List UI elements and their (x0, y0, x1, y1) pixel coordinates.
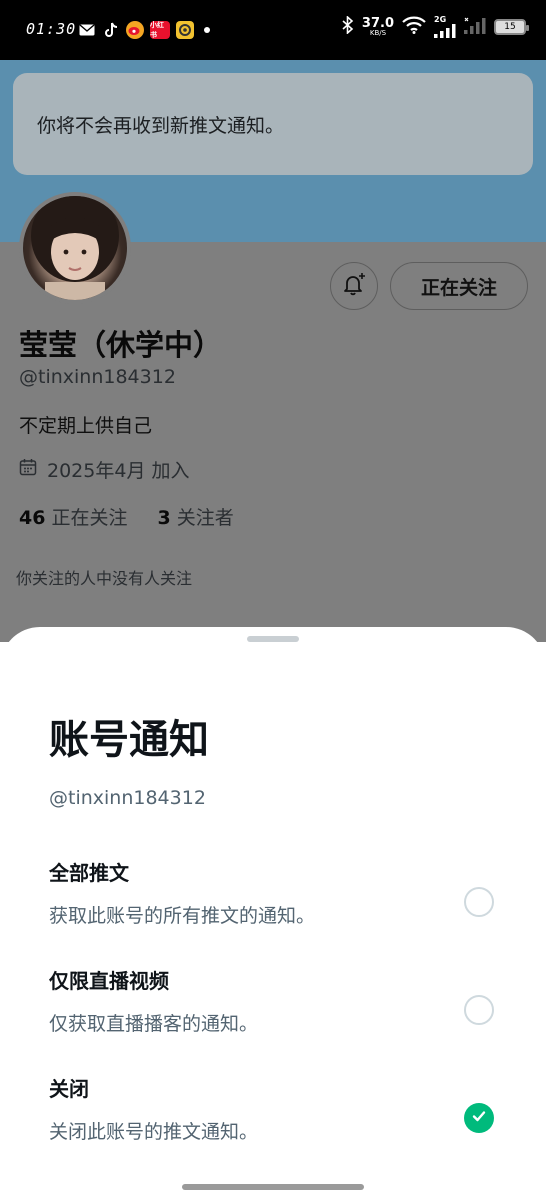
radio-button-checked[interactable] (464, 1103, 494, 1133)
avatar[interactable] (19, 192, 131, 304)
bell-plus-icon (341, 271, 367, 301)
toast-text: 你将不会再收到新推文通知。 (37, 115, 285, 137)
more-notifications-dot (204, 27, 210, 33)
wifi-icon (402, 16, 426, 38)
sheet-title: 账号通知 (49, 717, 209, 763)
notification-bell-button[interactable] (330, 262, 378, 310)
xiaohongshu-icon: 小红书 (150, 21, 170, 39)
option-description: 仅获取直播播客的通知。 (49, 1013, 259, 1035)
following-stat[interactable]: 46 正在关注 (19, 503, 128, 530)
tiktok-icon (102, 21, 120, 39)
account-notifications-sheet: 账号通知 @tinxinn184312 全部推文 获取此账号的所有推文的通知。 … (0, 627, 546, 1200)
avatar-image (31, 196, 119, 300)
follow-stats: 46 正在关注 3 关注者 (19, 503, 234, 530)
display-name: 莹莹（休学中） (19, 328, 223, 362)
option-title: 全部推文 (49, 861, 129, 885)
radio-button[interactable] (464, 887, 494, 917)
sheet-handle: @tinxinn184312 (49, 787, 206, 809)
notification-icons: 小红书 (78, 21, 210, 39)
sheet-grabber[interactable] (247, 636, 299, 642)
weibo-icon (126, 21, 144, 39)
option-title: 仅限直播视频 (49, 969, 169, 993)
app-icon (176, 21, 194, 39)
radio-button[interactable] (464, 995, 494, 1025)
option-live-video-only[interactable]: 仅限直播视频 仅获取直播播客的通知。 (0, 965, 546, 1057)
profile-bio: 不定期上供自己 (19, 415, 153, 437)
option-off[interactable]: 关闭 关闭此账号的推文通知。 (0, 1073, 546, 1165)
option-description: 获取此账号的所有推文的通知。 (49, 905, 316, 927)
signal-icon-2g: 2G (434, 16, 456, 38)
network-speed: 37.0 KB/S (361, 16, 394, 37)
home-indicator[interactable] (182, 1184, 364, 1190)
mutual-followers: 你关注的人中没有人关注 (16, 569, 193, 588)
option-description: 关闭此账号的推文通知。 (49, 1121, 259, 1143)
status-time: 01:30 (26, 20, 77, 38)
mail-icon (78, 21, 96, 39)
calendar-icon (19, 458, 37, 481)
battery-icon: 15 (494, 19, 529, 35)
profile-handle: @tinxinn184312 (19, 366, 176, 388)
bluetooth-icon (342, 15, 354, 38)
checkmark-icon (471, 1108, 487, 1128)
status-right: 37.0 KB/S 2G 15 (342, 15, 529, 38)
following-button[interactable]: 正在关注 (390, 262, 528, 310)
status-bar: 01:30 小红书 37.0 KB/S 2G 15 (0, 0, 546, 60)
signal-icon-empty (464, 16, 486, 38)
joined-date: 2025年4月 加入 (19, 456, 189, 483)
followers-stat[interactable]: 3 关注者 (158, 503, 234, 530)
toast-notification: 你将不会再收到新推文通知。 (13, 73, 533, 175)
option-title: 关闭 (49, 1077, 89, 1101)
option-all-tweets[interactable]: 全部推文 获取此账号的所有推文的通知。 (0, 857, 546, 949)
